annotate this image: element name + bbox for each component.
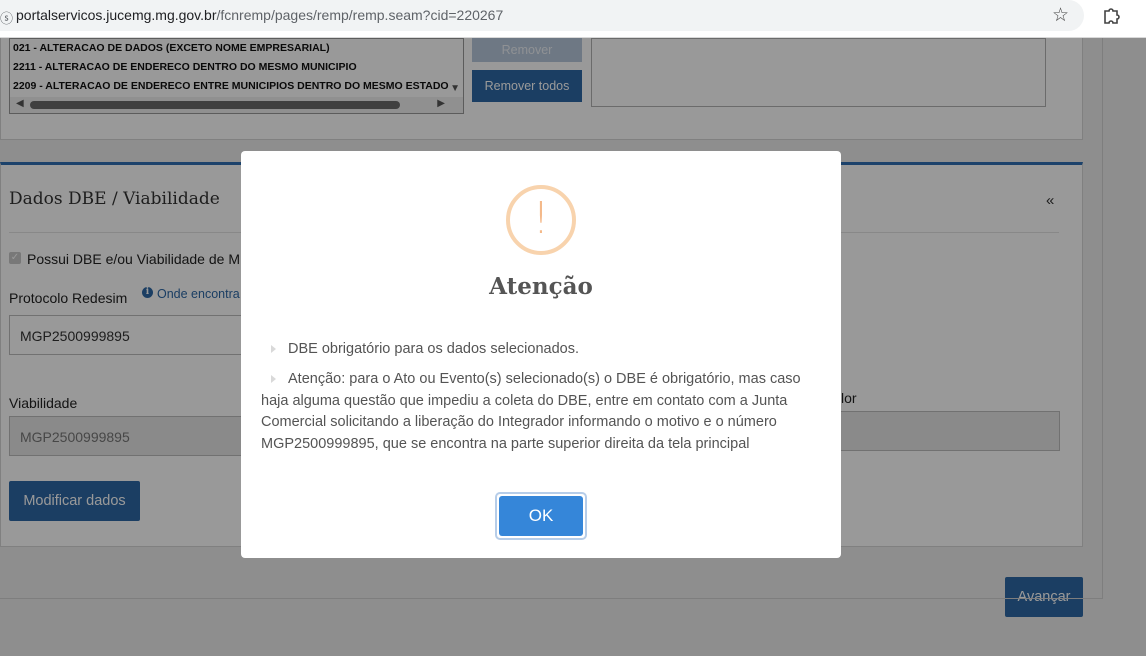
- browser-address-bar: ⓢ portalservicos.jucemg.mg.gov.br/fcnrem…: [0, 0, 1146, 38]
- ok-button[interactable]: OK: [499, 496, 583, 536]
- message-text: Atenção: para o Ato ou Evento(s) selecio…: [261, 371, 801, 452]
- bullet-arrow-icon: [271, 344, 276, 353]
- extensions-puzzle-icon[interactable]: [1101, 4, 1123, 26]
- exclamation-glyph: !: [532, 193, 550, 244]
- site-info-icon[interactable]: ⓢ: [0, 8, 13, 27]
- exclamation-icon: !: [506, 185, 576, 255]
- dialog-message: Atenção: para o Ato ou Evento(s) selecio…: [261, 369, 821, 455]
- ok-button-focus-ring: OK: [495, 492, 587, 540]
- url-path: /fcnremp/pages/remp/remp.seam?cid=220267: [216, 7, 504, 23]
- bullet-arrow-icon: [271, 374, 276, 383]
- attention-dialog: ! Atenção DBE obrigatório para os dados …: [241, 151, 841, 558]
- url-host: portalservicos.jucemg.mg.gov.br: [16, 7, 217, 23]
- dialog-message: DBE obrigatório para os dados selecionad…: [261, 339, 821, 361]
- bookmark-star-icon[interactable]: ☆: [1052, 4, 1069, 27]
- dialog-title: Atenção: [489, 273, 593, 300]
- url-text[interactable]: portalservicos.jucemg.mg.gov.br/fcnremp/…: [16, 7, 503, 23]
- message-text: DBE obrigatório para os dados selecionad…: [288, 341, 579, 357]
